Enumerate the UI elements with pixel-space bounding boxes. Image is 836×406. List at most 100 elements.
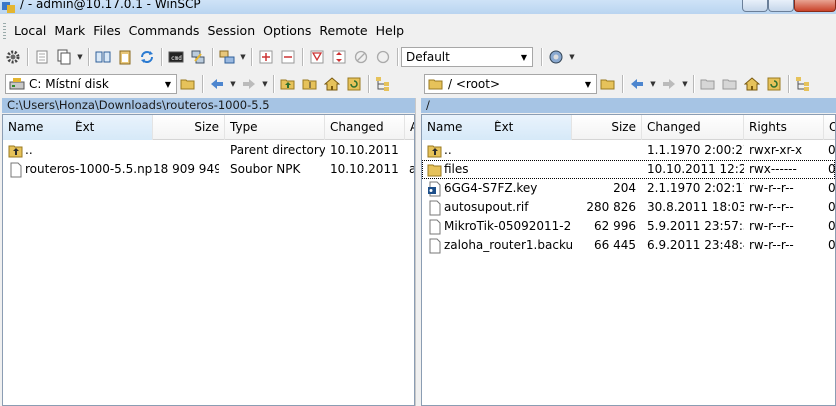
transfer-settings-combo[interactable]: Default ▼: [401, 47, 533, 67]
local-col-type[interactable]: Type: [225, 115, 325, 140]
local-drive-combo[interactable]: C: Místní disk ▼: [5, 74, 177, 94]
remote-back-button[interactable]: [626, 73, 648, 95]
remote-col-changed[interactable]: Changed: [642, 115, 744, 140]
chevron-down-icon[interactable]: ▼: [162, 77, 174, 91]
menu-local[interactable]: Local: [10, 21, 50, 41]
menu-remote[interactable]: Remote: [315, 21, 371, 41]
close-button[interactable]: [794, 0, 836, 12]
remote-back-dropdown[interactable]: ▼: [648, 73, 658, 95]
remote-refresh-button[interactable]: [763, 73, 785, 95]
remote-parent-dir-button[interactable]: [697, 73, 719, 95]
remote-home-button[interactable]: [741, 73, 763, 95]
synchronize-browsing-button[interactable]: [92, 46, 114, 68]
local-refresh-button[interactable]: [343, 73, 365, 95]
folder-icon: [427, 164, 442, 177]
remote-dir-combo[interactable]: / <root> ▼: [424, 74, 597, 94]
file-rights: rw-r--r--: [749, 219, 794, 233]
panel-splitter[interactable]: [415, 98, 420, 406]
file-rights: rwxr-xr-x: [749, 143, 803, 157]
synchronize-button[interactable]: [136, 46, 158, 68]
copy-dropdown-arrow[interactable]: ▼: [75, 46, 85, 68]
toolbar-separator: [273, 75, 274, 93]
tree-icon: [376, 77, 389, 91]
local-parent-dir-button[interactable]: [277, 73, 299, 95]
window-title: / - admin@10.17.0.1 - WinSCP: [20, 0, 201, 11]
minimize-button[interactable]: [742, 0, 768, 12]
menu-session[interactable]: Session: [203, 21, 259, 41]
computers-icon: [219, 50, 235, 64]
remote-row-file[interactable]: zaloha_router1.backup 66 445 6.9.2011 23…: [422, 236, 835, 255]
select-files-button[interactable]: [255, 46, 277, 68]
menu-files[interactable]: Files: [89, 21, 124, 41]
chevron-down-icon[interactable]: ▼: [582, 77, 594, 91]
file-name: zaloha_router1.backup: [444, 238, 572, 252]
local-home-button[interactable]: [321, 73, 343, 95]
local-forward-dropdown[interactable]: ▼: [260, 73, 270, 95]
file-size: 62 996: [594, 219, 636, 233]
menu-commands[interactable]: Commands: [125, 21, 204, 41]
local-path-bar[interactable]: C:\Users\Honza\Downloads\routeros-1000-5…: [2, 98, 415, 113]
remote-col-name[interactable]: Name ^ Ext: [422, 115, 572, 140]
chevron-down-icon[interactable]: ▼: [518, 50, 530, 64]
local-tree-button[interactable]: [372, 73, 394, 95]
local-row-parent[interactable]: .. Parent directory 10.10.2011: [3, 141, 414, 160]
remote-open-folder-button[interactable]: [597, 73, 619, 95]
local-drive-value: C: Místní disk: [29, 77, 109, 91]
local-col-name[interactable]: Name ^ Ext: [3, 115, 153, 140]
unselect-files-button[interactable]: [277, 46, 299, 68]
copy-to-clipboard-button[interactable]: [53, 46, 75, 68]
queue-button[interactable]: [31, 46, 53, 68]
remote-file-panel[interactable]: Name ^ Ext Size Changed Rights O .. 1.1.…: [421, 114, 836, 406]
circular-arrow-icon: [376, 50, 390, 64]
remote-root-dir-button[interactable]: [719, 73, 741, 95]
remote-row-file[interactable]: autosupout.rif 280 826 30.8.2011 18:03..…: [422, 198, 835, 217]
transfer-preferences-dropdown[interactable]: ▼: [567, 46, 577, 68]
file-changed: 2.1.1970 2:02:17: [647, 181, 744, 195]
open-terminal-button[interactable]: cmd: [165, 46, 187, 68]
menu-options[interactable]: Options: [259, 21, 315, 41]
remote-row-parent[interactable]: .. 1.1.1970 2:00:27 rwxr-xr-x 0: [422, 141, 835, 160]
remote-row-file[interactable]: MikroTik-05092011-22... 62 996 5.9.2011 …: [422, 217, 835, 236]
local-root-dir-button[interactable]: [299, 73, 321, 95]
local-col-attr[interactable]: A: [405, 115, 414, 140]
remote-tree-button[interactable]: [792, 73, 814, 95]
filter-button[interactable]: [306, 46, 328, 68]
file-rights: rw-r--r--: [749, 181, 794, 195]
local-col-changed[interactable]: Changed: [325, 115, 405, 140]
file-changed: 5.9.2011 23:57:39: [647, 219, 744, 233]
menu-grip[interactable]: [3, 23, 6, 39]
transfer-preferences-button[interactable]: [545, 46, 567, 68]
local-open-folder-button[interactable]: [177, 73, 199, 95]
remote-col-rights[interactable]: Rights: [744, 115, 824, 140]
col-ext-label: Ext: [494, 120, 514, 134]
remote-col-owner[interactable]: O: [824, 115, 835, 140]
winscp-app-icon[interactable]: [2, 1, 15, 13]
local-row-file[interactable]: routeros-1000-5.5.npk 18 909 949 Soubor …: [3, 160, 414, 179]
file-owner: 0: [828, 238, 836, 252]
remote-row-folder[interactable]: files 10.10.2011 12:2... rwx------ 0: [422, 160, 835, 179]
refresh-selection-button[interactable]: [372, 46, 394, 68]
putty-icon: [191, 50, 205, 64]
new-session-button[interactable]: [216, 46, 238, 68]
remote-path-bar[interactable]: /: [421, 98, 836, 113]
preferences-button[interactable]: [2, 46, 24, 68]
session-dropdown-arrow[interactable]: ▼: [238, 46, 248, 68]
menu-help[interactable]: Help: [372, 21, 409, 41]
local-col-size[interactable]: Size: [153, 115, 225, 140]
remote-forward-dropdown[interactable]: ▼: [680, 73, 690, 95]
invert-selection-button[interactable]: [328, 46, 350, 68]
maximize-button[interactable]: [768, 0, 794, 12]
remote-forward-button[interactable]: [658, 73, 680, 95]
gear-icon: [6, 50, 20, 64]
local-back-button[interactable]: [206, 73, 228, 95]
remote-row-file[interactable]: 6GG4-S7FZ.key 204 2.1.1970 2:02:17 rw-r-…: [422, 179, 835, 198]
clear-selection-button[interactable]: [350, 46, 372, 68]
menu-mark[interactable]: Mark: [50, 21, 89, 41]
remote-col-size[interactable]: Size: [572, 115, 642, 140]
keep-up-to-date-button[interactable]: [114, 46, 136, 68]
putty-button[interactable]: [187, 46, 209, 68]
local-forward-button[interactable]: [238, 73, 260, 95]
file-size: 280 826: [586, 200, 636, 214]
local-back-dropdown[interactable]: ▼: [228, 73, 238, 95]
local-file-panel[interactable]: Name ^ Ext Size Type Changed A .. Parent…: [2, 114, 415, 406]
